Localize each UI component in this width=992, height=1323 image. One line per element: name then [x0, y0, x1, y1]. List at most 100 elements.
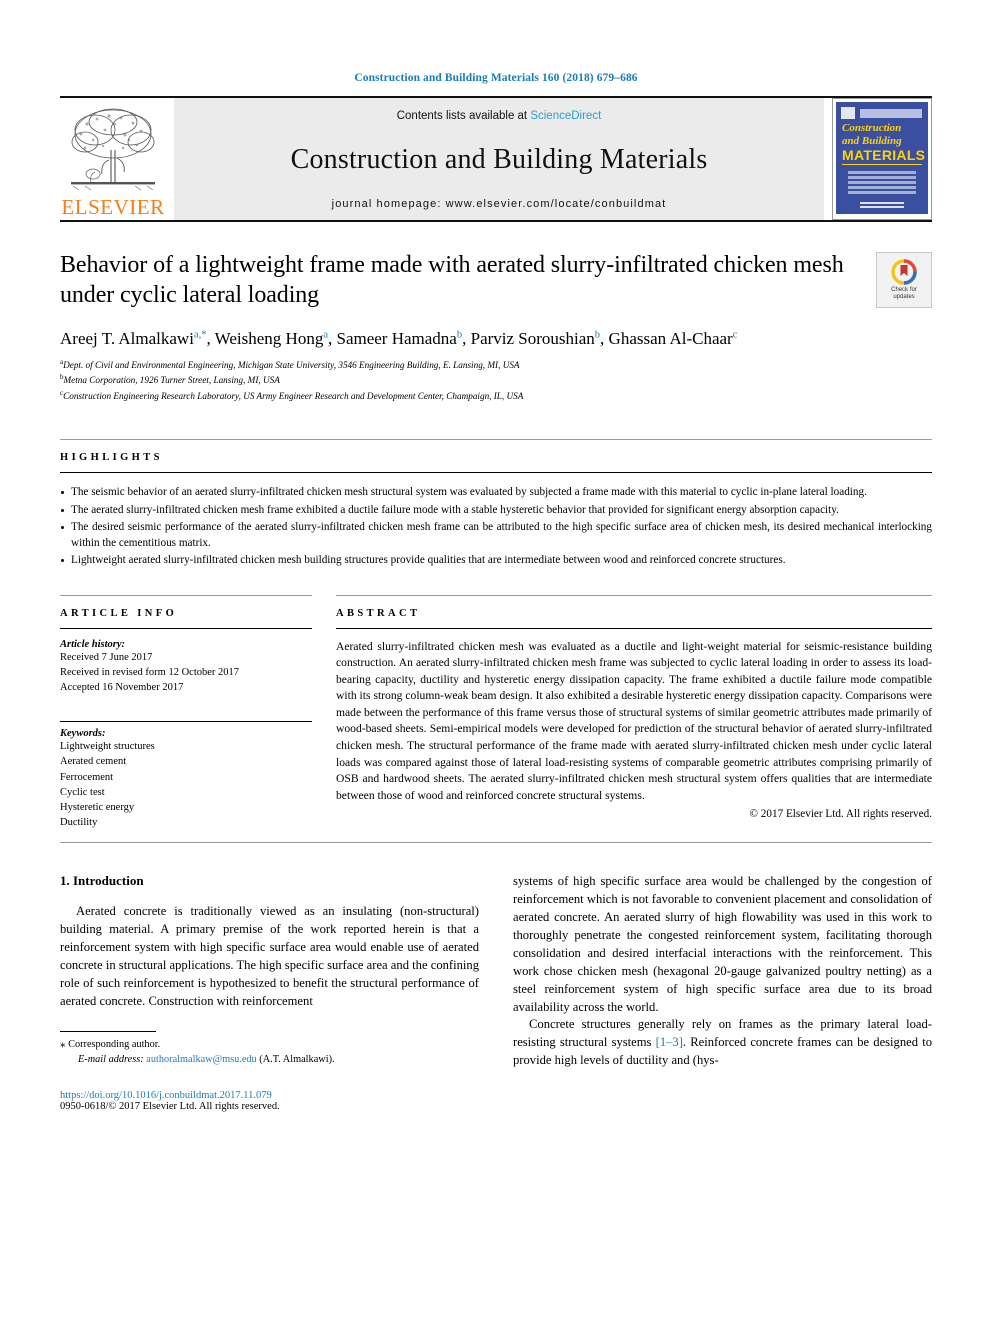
sciencedirect-link[interactable]: ScienceDirect — [530, 110, 601, 122]
masthead-center-panel: Contents lists available at ScienceDirec… — [174, 98, 824, 220]
body-paragraph-with-citation: Concrete structures generally rely on fr… — [513, 1016, 932, 1070]
article-info-rule-top — [60, 594, 312, 596]
keyword-item: Hysteretic energy — [60, 802, 135, 814]
body-right-column: systems of high specific surface area wo… — [513, 873, 932, 1111]
list-item: The desired seismic performance of the a… — [60, 520, 932, 551]
contents-available-line: Contents lists available at ScienceDirec… — [397, 110, 602, 122]
affiliation-item: cConstruction Engineering Research Labor… — [60, 388, 932, 403]
affiliation-text: Dept. of Civil and Environmental Enginee… — [63, 360, 520, 371]
author-name: Ghassan Al-Chaar — [608, 328, 733, 348]
list-item: Lightweight aerated slurry-infiltrated c… — [60, 553, 932, 568]
elsevier-wordmark: ELSEVIER — [61, 195, 165, 219]
affiliation-item: bMetna Corporation, 1926 Turner Street, … — [60, 372, 932, 387]
crossmark-line-2: updates — [893, 294, 915, 300]
journal-masthead: ELSEVIER Contents lists available at Sci… — [60, 98, 932, 220]
abstract-rule-top — [336, 594, 932, 596]
running-head: Construction and Building Materials 160 … — [354, 72, 638, 84]
author-list: Areej T. Almalkawia,*, Weisheng Honga, S… — [60, 328, 932, 350]
keyword-item: Ductility — [60, 817, 98, 829]
journal-cover-art: Construction and Building MATERIALS — [836, 102, 928, 214]
highlights-section: HIGHLIGHTS The seismic behavior of an ae… — [60, 439, 932, 568]
cover-top-bar — [860, 109, 922, 118]
cover-line-1: Construction — [842, 122, 902, 134]
author-marks: c — [732, 329, 738, 341]
article-info-column: ARTICLE INFO Article history: Received 7… — [60, 594, 336, 831]
article-history-item: Accepted 16 November 2017 — [60, 681, 184, 693]
body-columns: 1. Introduction Aerated concrete is trad… — [60, 873, 932, 1112]
abstract-column: ABSTRACT Aerated slurry-infiltrated chic… — [336, 594, 933, 831]
affiliation-text: Construction Engineering Research Labora… — [63, 390, 524, 401]
section-heading-introduction: 1. Introduction — [60, 873, 144, 889]
article-info-label: ARTICLE INFO — [60, 607, 178, 619]
cover-footer-lines — [836, 200, 928, 210]
cover-line-3: MATERIALS — [842, 147, 926, 166]
author-item: Parviz Soroushianb — [471, 329, 600, 348]
author-sep: , — [462, 328, 471, 348]
crossmark-badge[interactable]: Check for updates — [876, 252, 932, 308]
doi-link[interactable]: https://doi.org/10.1016/j.conbuildmat.20… — [60, 1090, 479, 1101]
crossmark-line-1: Check for — [891, 286, 917, 293]
highlights-rule-mid — [60, 472, 932, 474]
affiliation-text: Metna Corporation, 1926 Turner Street, L… — [63, 375, 280, 386]
affiliation-list: aDept. of Civil and Environmental Engine… — [60, 357, 932, 403]
keyword-item: Lightweight structures — [60, 741, 155, 753]
issn-copyright-line: 0950-0618/© 2017 Elsevier Ltd. All right… — [60, 1100, 280, 1112]
author-name: Weisheng Hong — [214, 328, 324, 348]
abstract-copyright: © 2017 Elsevier Ltd. All rights reserved… — [749, 808, 933, 821]
keywords-block: Keywords: Lightweight structures Aerated… — [60, 721, 312, 830]
paper-page: Construction and Building Materials 160 … — [0, 0, 992, 1323]
cover-blurb-lines — [842, 171, 922, 194]
journal-title: Construction and Building Materials — [290, 144, 708, 175]
author-marks: a,* — [193, 329, 207, 341]
journal-cover-thumbnail: Construction and Building MATERIALS — [832, 98, 932, 220]
info-abstract-section: ARTICLE INFO Article history: Received 7… — [60, 594, 933, 831]
keywords-title: Keywords: — [60, 728, 106, 740]
author-sep: , — [206, 328, 215, 348]
author-name: Parviz Soroushian — [470, 328, 595, 348]
article-history-item: Received 7 June 2017 — [60, 651, 153, 663]
keyword-item: Ferrocement — [60, 771, 114, 783]
keyword-item: Cyclic test — [60, 786, 105, 798]
list-item: The aerated slurry-infiltrated chicken m… — [60, 503, 932, 518]
body-left-column: 1. Introduction Aerated concrete is trad… — [60, 873, 479, 1112]
journal-homepage-line[interactable]: journal homepage: www.elsevier.com/locat… — [332, 198, 667, 210]
citation-link[interactable]: [1–3] — [656, 1035, 683, 1049]
highlights-label: HIGHLIGHTS — [60, 452, 163, 464]
corresponding-author-text: Corresponding author. — [68, 1038, 161, 1050]
doi-block: https://doi.org/10.1016/j.conbuildmat.20… — [60, 1090, 479, 1112]
author-item: Ghassan Al-Chaarc — [609, 329, 738, 348]
body-paragraph: systems of high specific surface area wo… — [513, 874, 932, 1014]
author-name: Sameer Hamadna — [336, 328, 457, 348]
crossmark-icon — [891, 258, 917, 285]
highlights-rule-top — [60, 439, 932, 441]
author-item: Areej T. Almalkawia,* — [60, 329, 206, 348]
article-info-rule-mid — [60, 627, 312, 629]
elsevier-logo: ELSEVIER — [60, 98, 166, 220]
list-item: The seismic behavior of an aerated slurr… — [60, 485, 932, 500]
title-block: Behavior of a lightweight frame made wit… — [60, 250, 932, 311]
footnote-rule — [60, 1030, 156, 1032]
cover-line-2: and Building — [842, 134, 902, 147]
author-item: Sameer Hamadnab — [336, 329, 462, 348]
affiliation-item: aDept. of Civil and Environmental Engine… — [60, 357, 932, 372]
contents-prefix: Contents lists available at — [396, 110, 531, 122]
author-item: Weisheng Honga — [215, 329, 328, 348]
keywords-rule — [60, 721, 312, 723]
author-name: Areej T. Almalkawi — [60, 328, 194, 348]
elsevier-tree-icon — [71, 108, 155, 191]
abstract-text: Aerated slurry-infiltrated chicken mesh … — [336, 639, 932, 802]
email-link[interactable]: authoralmalkaw@msu.edu — [146, 1054, 256, 1065]
footnote-block: ⁎ Corresponding author. E-mail address: … — [60, 1030, 479, 1068]
title-text-wrapper: Behavior of a lightweight frame made wit… — [60, 250, 876, 311]
body-paragraph: Aerated concrete is traditionally viewed… — [60, 904, 479, 1008]
abstract-label: ABSTRACT — [336, 607, 421, 619]
asterisk-icon: ⁎ — [60, 1037, 66, 1050]
corresponding-author-note: ⁎ Corresponding author. — [60, 1037, 479, 1053]
highlights-list: The seismic behavior of an aerated slurr… — [60, 485, 932, 568]
cover-logo-chip — [841, 107, 855, 119]
email-note: E-mail address: authoralmalkaw@msu.edu (… — [60, 1053, 479, 1068]
crossmark-label: Check for updates — [891, 287, 917, 302]
email-suffix: (A.T. Almalkawi). — [259, 1053, 335, 1065]
page-title: Behavior of a lightweight frame made wit… — [60, 252, 844, 309]
masthead-rule-bottom — [60, 220, 932, 222]
